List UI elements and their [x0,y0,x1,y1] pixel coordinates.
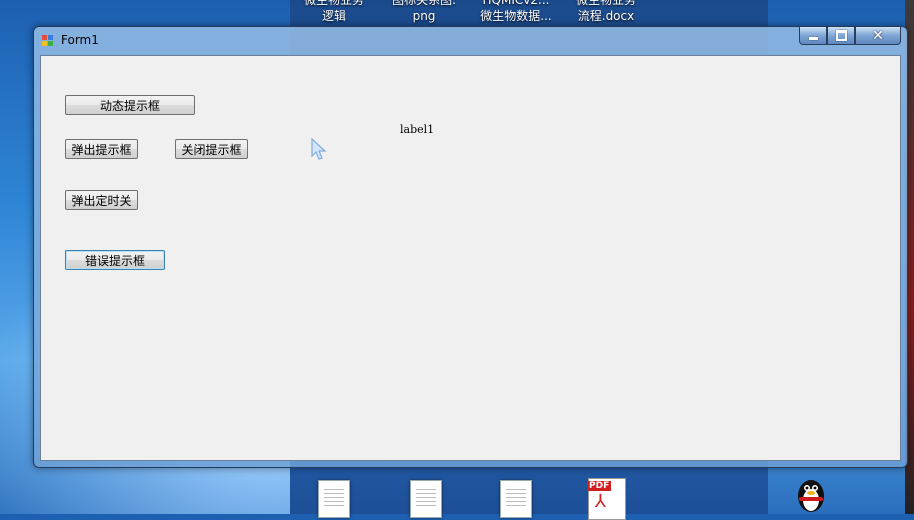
desktop-file-icon[interactable] [318,480,350,518]
error-tip-button[interactable]: 错误提示框 [65,250,165,270]
qq-penguin-icon[interactable] [790,474,832,514]
form-client-area: 动态提示框 弹出提示框 关闭提示框 弹出定时关 错误提示框 label1 [40,55,901,461]
window-title: Form1 [61,33,99,47]
window-controls: ✕ [799,27,901,45]
desktop-icon-label-4[interactable]: 微生物业务 流程.docx [560,0,652,24]
desktop-icon-label-2[interactable]: 图标关系图. png [378,0,470,24]
minimize-button[interactable] [799,27,827,45]
maximize-button[interactable] [827,27,855,45]
maximize-icon [835,30,847,41]
mouse-cursor-icon [311,138,327,160]
popup-timed-close-button[interactable]: 弹出定时关 [65,190,138,210]
close-icon: ✕ [872,27,884,44]
desktop-icon-label-1[interactable]: 微生物业务 逻辑 [288,0,380,24]
app-icon [42,35,54,47]
form1-window[interactable]: Form1 ✕ 动态提示框 弹出提示框 关闭提示框 弹出定时关 错误提示框 la… [33,26,908,468]
desktop-icon-label-3[interactable]: HQMICv2... 微生物数据... [470,0,562,24]
desktop-file-icon[interactable] [410,480,442,518]
label1: label1 [400,123,435,136]
desktop-file-icon[interactable] [500,480,532,518]
dynamic-tip-button[interactable]: 动态提示框 [65,95,195,115]
popup-tip-button[interactable]: 弹出提示框 [65,139,138,159]
minimize-icon [808,37,818,40]
pdf-tag: PDF [587,481,612,491]
close-tip-button[interactable]: 关闭提示框 [175,139,248,159]
close-button[interactable]: ✕ [855,27,901,45]
pdf-symbol-icon: ⅄ [595,491,606,512]
title-bar[interactable]: Form1 ✕ [34,27,907,55]
